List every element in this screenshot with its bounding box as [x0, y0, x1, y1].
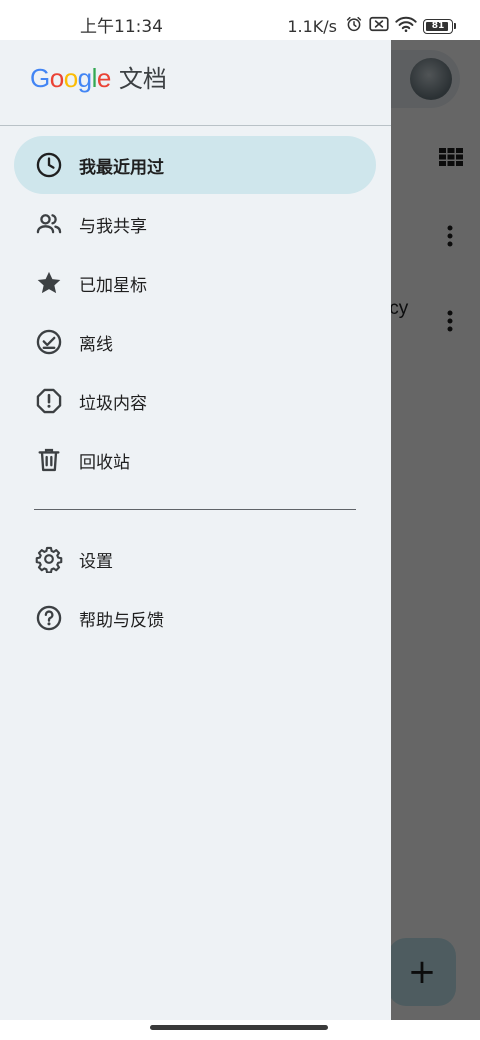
menu-item-label: 设置	[79, 551, 113, 572]
menu-item-help[interactable]: 帮助与反馈	[14, 589, 376, 647]
drawer-menu: 我最近用过 与我共享 已加星标 离线 垃圾内容 回收站 设置 帮助与反馈	[14, 136, 376, 648]
menu-item-starred[interactable]: 已加星标	[14, 254, 376, 312]
no-sim-icon	[369, 16, 389, 36]
offline-check-icon	[34, 327, 64, 357]
menu-divider	[34, 509, 356, 510]
status-time: 上午11:34	[80, 17, 163, 37]
network-speed: 1.1K/s	[287, 16, 337, 36]
menu-item-recent[interactable]: 我最近用过	[14, 136, 376, 194]
home-gesture-bar[interactable]	[150, 1025, 328, 1030]
spam-icon	[34, 386, 64, 416]
alarm-icon	[345, 15, 363, 37]
menu-item-label: 离线	[79, 334, 113, 355]
people-icon	[34, 209, 64, 239]
app-logo: Google 文档	[30, 59, 167, 94]
menu-item-offline[interactable]: 离线	[14, 313, 376, 371]
gear-icon	[34, 544, 64, 574]
menu-item-spam[interactable]: 垃圾内容	[14, 372, 376, 430]
menu-item-label: 回收站	[79, 452, 130, 473]
navigation-drawer: Google 文档 我最近用过 与我共享 已加星标 离线 垃圾内容 回收站 设置…	[0, 40, 391, 1020]
menu-item-settings[interactable]: 设置	[14, 530, 376, 588]
clock-icon	[34, 150, 64, 180]
menu-item-label: 帮助与反馈	[79, 610, 164, 631]
wifi-icon	[395, 15, 417, 37]
trash-icon	[34, 445, 64, 475]
menu-item-label: 我最近用过	[79, 157, 164, 178]
status-bar: 上午11:34 1.1K/s 81	[0, 0, 480, 40]
menu-item-label: 已加星标	[79, 275, 147, 296]
drawer-header: Google 文档	[0, 40, 391, 126]
star-icon	[34, 268, 64, 298]
gesture-area	[0, 1020, 480, 1040]
menu-item-shared[interactable]: 与我共享	[14, 195, 376, 253]
product-name: 文档	[118, 65, 167, 93]
menu-item-label: 垃圾内容	[79, 393, 147, 414]
google-logo: Google	[30, 63, 111, 93]
status-icons: 1.1K/s 81	[287, 15, 456, 37]
menu-item-trash[interactable]: 回收站	[14, 431, 376, 489]
menu-item-label: 与我共享	[79, 216, 147, 237]
battery-level: 81	[431, 21, 445, 31]
battery-icon: 81	[423, 18, 453, 34]
help-icon	[34, 603, 64, 633]
